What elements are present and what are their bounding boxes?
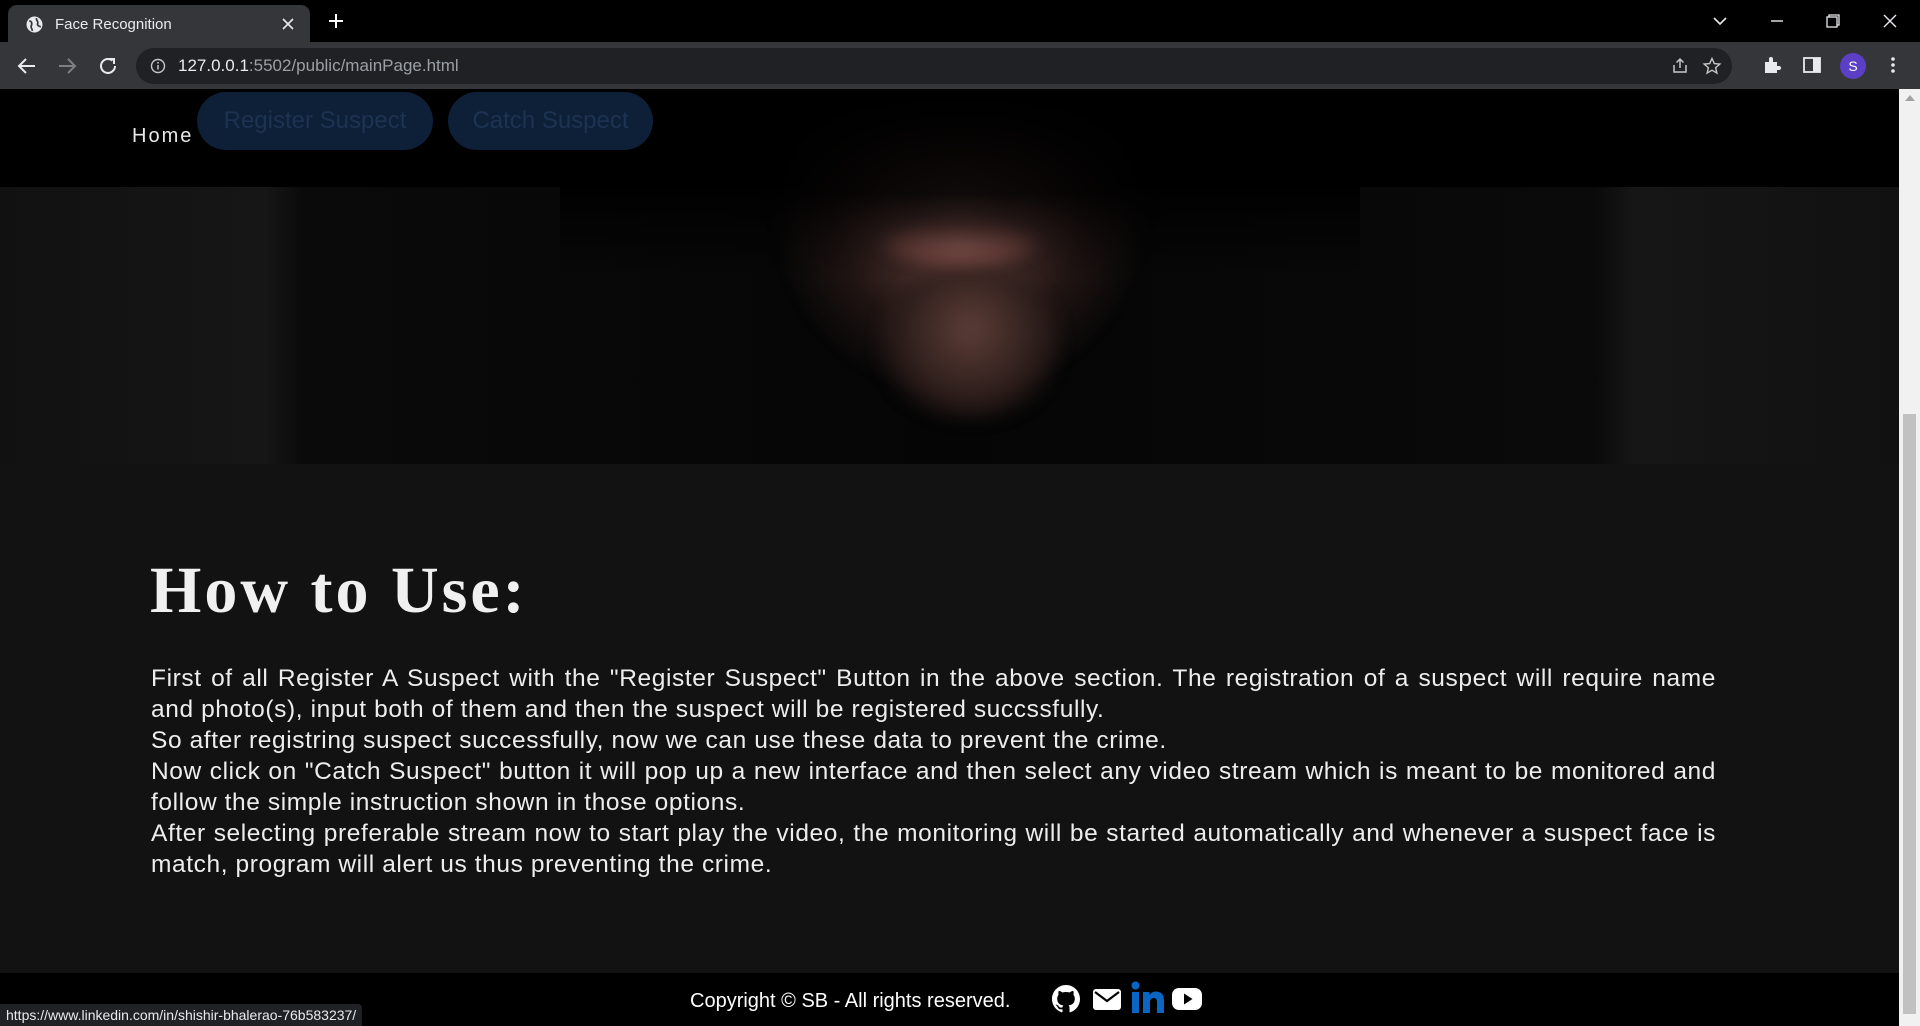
top-navigation: Home Register Suspect Catch Suspect — [0, 89, 1899, 187]
url-host: 127.0.0.1 — [178, 56, 249, 75]
page-viewport: Home Register Suspect Catch Suspect How … — [0, 89, 1899, 1026]
new-tab-icon[interactable] — [326, 11, 346, 31]
url-text[interactable]: 127.0.0.1:5502/public/mainPage.html — [178, 56, 459, 76]
instruction-paragraph: So after registring suspect successfully… — [151, 727, 1167, 754]
github-icon[interactable] — [1050, 983, 1082, 1015]
forward-arrow-icon[interactable] — [55, 54, 79, 78]
register-suspect-button[interactable]: Register Suspect — [197, 92, 433, 150]
catch-suspect-button[interactable]: Catch Suspect — [448, 92, 653, 150]
nav-home-link[interactable]: Home — [132, 125, 193, 148]
reload-icon[interactable] — [96, 54, 120, 78]
close-tab-icon[interactable] — [280, 16, 296, 32]
tab-search-icon[interactable] — [1707, 8, 1733, 34]
hero-section: Home Register Suspect Catch Suspect — [0, 89, 1899, 464]
scroll-up-arrow-icon[interactable] — [1905, 95, 1915, 101]
menu-kebab-icon[interactable] — [1882, 54, 1904, 76]
youtube-icon[interactable] — [1171, 983, 1203, 1015]
url-path: :5502/public/mainPage.html — [248, 56, 459, 75]
extensions-puzzle-icon[interactable] — [1761, 54, 1783, 76]
copyright-text: Copyright © SB - All rights reserved. — [690, 990, 1011, 1012]
tab-title: Face Recognition — [55, 16, 172, 33]
back-arrow-icon[interactable] — [15, 54, 39, 78]
address-bar[interactable]: 127.0.0.1:5502/public/mainPage.html — [136, 48, 1732, 84]
minimize-icon[interactable] — [1764, 8, 1790, 34]
instruction-paragraph: First of all Register A Suspect with the… — [151, 665, 1716, 723]
scrollbar-thumb[interactable] — [1903, 414, 1916, 1014]
hero-face-chin — [880, 269, 1060, 419]
how-to-use-instructions: First of all Register A Suspect with the… — [151, 663, 1716, 880]
instruction-paragraph: Now click on "Catch Suspect" button it w… — [151, 758, 1716, 816]
instruction-paragraph: After selecting preferable stream now to… — [151, 820, 1716, 878]
globe-icon — [26, 16, 43, 33]
linkedin-icon[interactable] — [1130, 979, 1166, 1015]
browser-tab[interactable]: Face Recognition — [8, 5, 310, 42]
browser-toolbar: 127.0.0.1:5502/public/mainPage.html S — [0, 42, 1920, 89]
bookmark-star-icon[interactable] — [1702, 56, 1722, 76]
share-icon[interactable] — [1670, 56, 1690, 76]
restore-icon[interactable] — [1820, 8, 1846, 34]
side-panel-icon[interactable] — [1801, 54, 1823, 76]
site-info-icon[interactable] — [150, 58, 166, 74]
close-window-icon[interactable] — [1877, 8, 1903, 34]
how-to-use-heading: How to Use: — [150, 554, 528, 627]
link-status-bubble: https://www.linkedin.com/in/shishir-bhal… — [0, 1004, 363, 1026]
page-scrollbar[interactable] — [1899, 89, 1920, 1026]
mail-icon[interactable] — [1091, 983, 1123, 1015]
profile-avatar[interactable]: S — [1840, 53, 1866, 79]
browser-tabbar: Face Recognition — [0, 0, 1920, 42]
